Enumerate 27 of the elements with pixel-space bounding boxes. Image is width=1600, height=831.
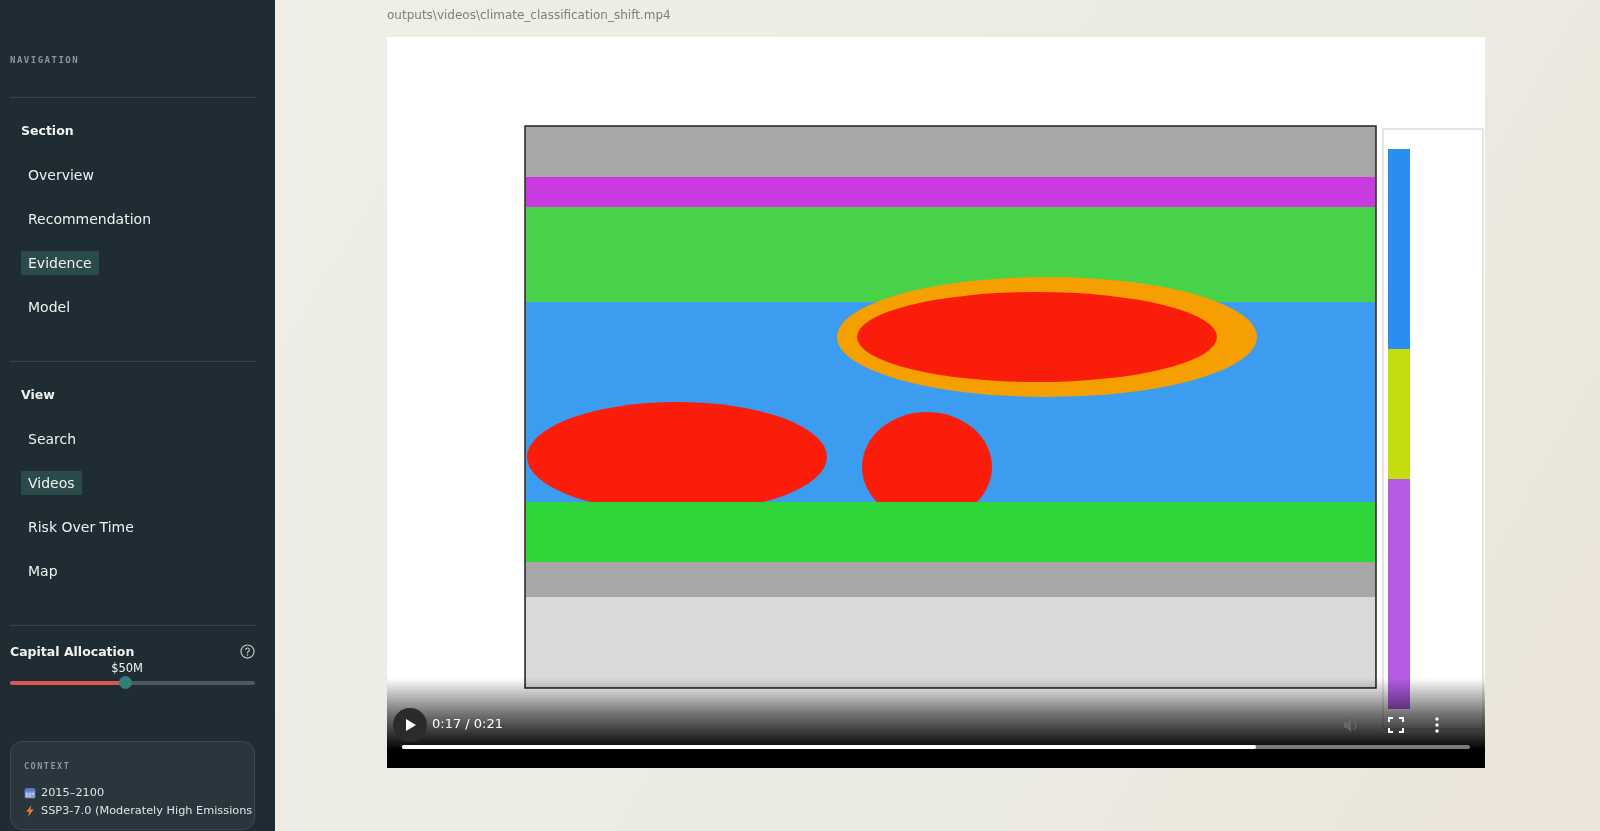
context-text: SSP3-7.0 (Moderately High Emissions [41,804,253,817]
section-heading: Section [21,123,74,138]
nav-item[interactable]: Risk Over Time [21,515,141,539]
nav-item[interactable]: Search [21,427,84,451]
video-time: 0:17 / 0:21 [432,716,504,731]
slider-label: Capital Allocation [10,644,135,659]
nav-item[interactable]: Videos [21,471,82,495]
section-heading: View [21,387,55,402]
more-icon[interactable] [1433,716,1441,734]
progress-track[interactable] [402,745,1470,749]
slider-value: $50M [111,661,143,675]
slider-track[interactable] [10,676,255,689]
nav-item[interactable]: Model [21,295,78,319]
calendar-icon [24,786,36,799]
context-heading: CONTEXT [24,761,71,771]
help-icon[interactable] [240,644,255,659]
navigation-heading: NAVIGATION [10,55,80,65]
slider-thumb[interactable] [119,676,133,689]
play-icon [403,718,417,732]
context-text: 2015–2100 [41,786,105,799]
file-path: outputs\videos\climate_classification_shift.mp4 [387,8,671,22]
fullscreen-icon[interactable] [1387,716,1405,734]
nav-item[interactable]: Map [21,559,65,583]
nav-item[interactable]: Overview [21,163,101,187]
nav-item[interactable]: Evidence [21,251,99,275]
nav-item[interactable]: Recommendation [21,207,159,231]
lightning-icon [24,804,36,817]
